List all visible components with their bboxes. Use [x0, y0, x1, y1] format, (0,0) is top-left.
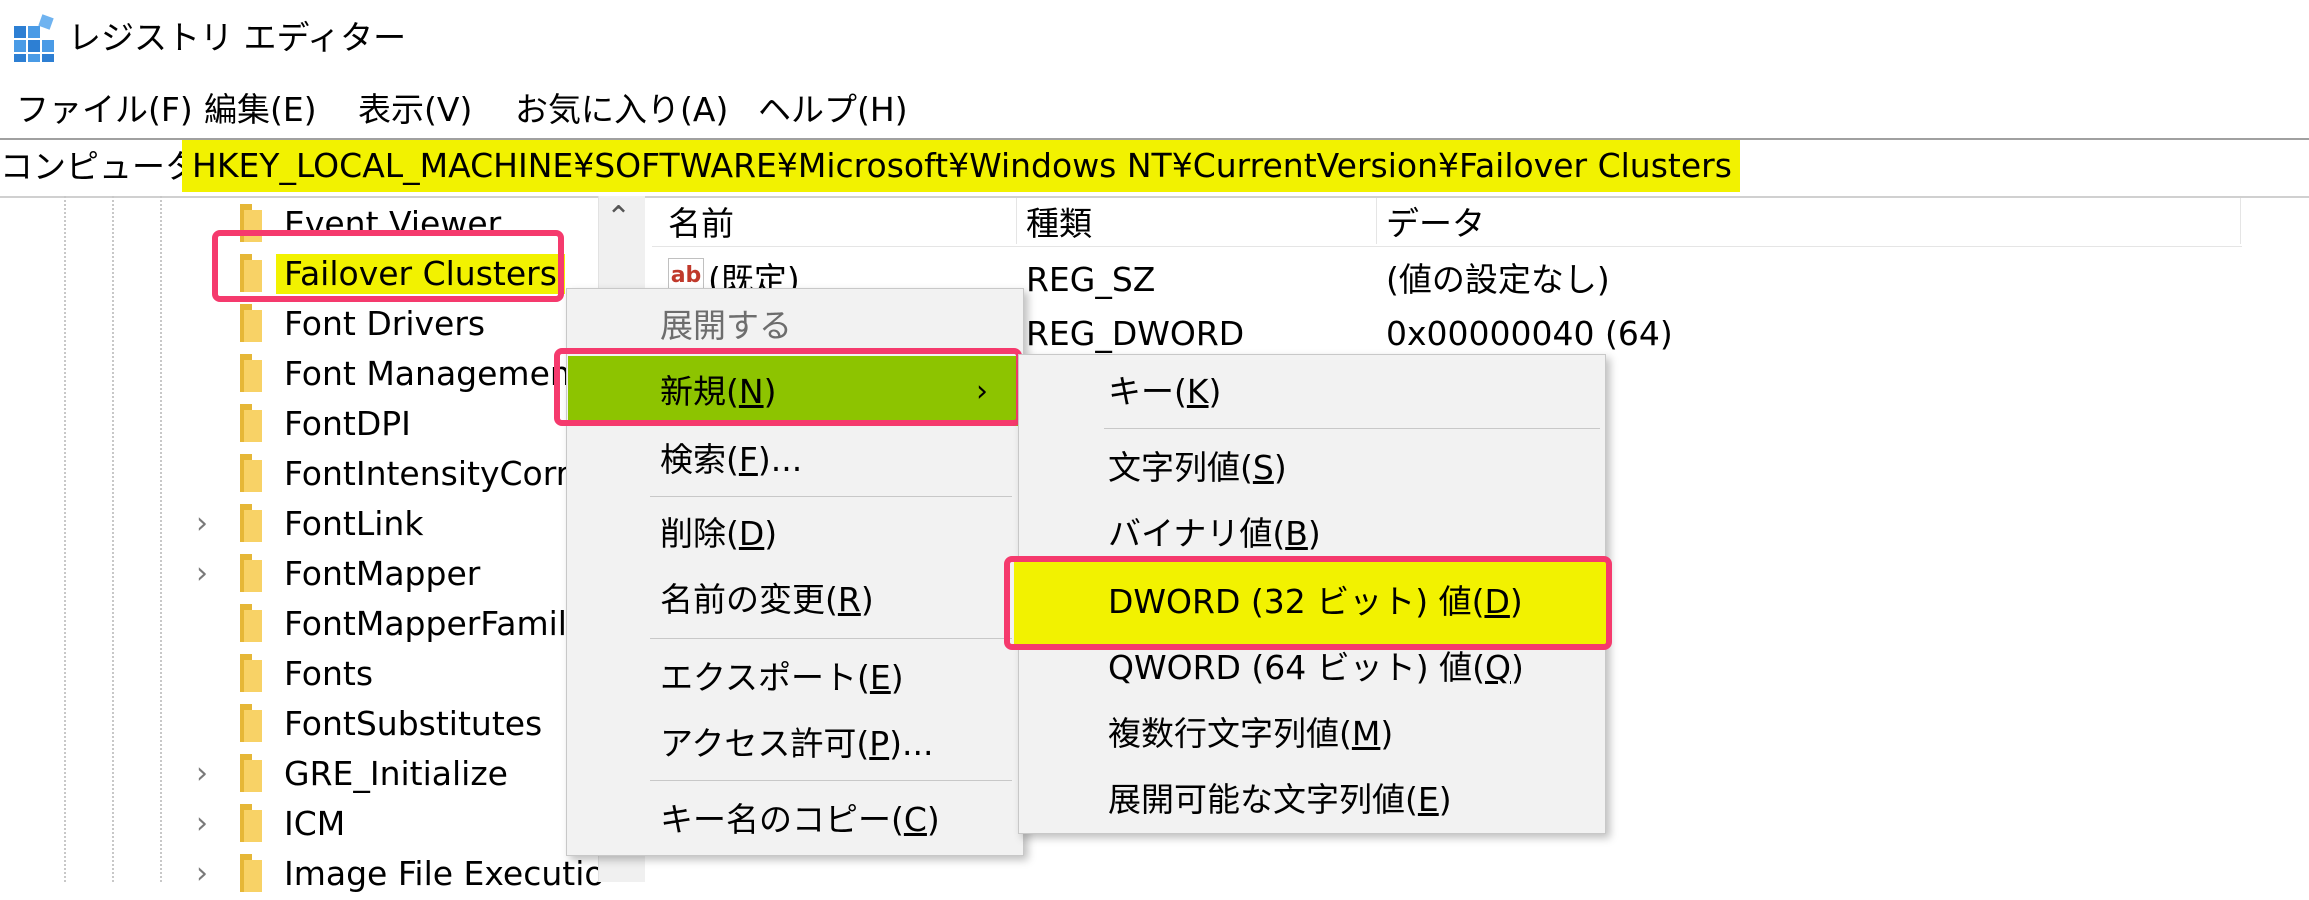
- expand-chevron-icon[interactable]: ›: [196, 804, 208, 844]
- list-cell-data: 0x00000040 (64): [1386, 314, 1673, 353]
- tree-item-label: FontSubstitutes: [284, 704, 543, 743]
- menu-edit[interactable]: 編集(E): [204, 90, 317, 130]
- menu-bar: [0, 80, 2309, 138]
- menu-item-copy-key-name[interactable]: キー名のコピー(C): [660, 800, 940, 840]
- folder-icon: [240, 304, 262, 342]
- menu-separator: [650, 638, 1012, 639]
- menu-file[interactable]: ファイル(F): [16, 90, 193, 130]
- column-header-type[interactable]: 種類: [1026, 204, 1092, 244]
- folder-icon: [240, 804, 262, 842]
- menu-help[interactable]: ヘルプ(H): [758, 90, 908, 130]
- submenu-item-string[interactable]: 文字列値(S): [1108, 448, 1287, 488]
- submenu-item-key[interactable]: キー(K): [1108, 372, 1221, 412]
- folder-icon: [240, 604, 262, 642]
- tree-item-label: Image File Executio: [284, 854, 605, 893]
- tree-item-fontlink[interactable]: › FontLink: [0, 500, 600, 550]
- annotation-frame: [212, 230, 564, 302]
- menu-item-rename[interactable]: 名前の変更(R): [660, 580, 874, 620]
- expand-chevron-icon[interactable]: ›: [196, 504, 208, 544]
- tree-item-fontintensitycorrection[interactable]: FontIntensityCorre: [0, 450, 600, 500]
- expand-chevron-icon[interactable]: ›: [196, 754, 208, 794]
- annotation-frame: [1004, 556, 1612, 650]
- list-cell-data: (値の設定なし): [1386, 260, 1610, 299]
- tree-item-label: FontMapper: [284, 554, 481, 593]
- menu-favorites[interactable]: お気に入り(A): [515, 90, 728, 130]
- submenu-item-binary[interactable]: バイナリ値(B): [1108, 514, 1321, 554]
- tree-item-label: FontMapperFamily: [284, 604, 587, 643]
- tree-item-label: FontIntensityCorre: [284, 454, 589, 493]
- submenu-item-expandable-string[interactable]: 展開可能な文字列値(E): [1108, 780, 1452, 820]
- tree-item-fonts[interactable]: Fonts: [0, 650, 600, 700]
- menu-item-find[interactable]: 検索(F)...: [660, 440, 802, 480]
- expand-chevron-icon[interactable]: ›: [196, 854, 208, 894]
- submenu-item-multi-string[interactable]: 複数行文字列値(M): [1108, 714, 1393, 754]
- tree-item-gre-initialize[interactable]: › GRE_Initialize: [0, 750, 600, 800]
- submenu-item-qword[interactable]: QWORD (64 ビット) 値(Q): [1108, 648, 1524, 688]
- folder-icon: [240, 354, 262, 392]
- menu-separator: [1104, 428, 1600, 429]
- scroll-up-arrow-icon[interactable]: ⌃: [606, 198, 631, 238]
- menu-item-expand[interactable]: 展開する: [660, 306, 792, 346]
- tree-item-label: FontLink: [284, 504, 424, 543]
- annotation-frame: [554, 348, 1022, 426]
- folder-icon: [240, 404, 262, 442]
- address-path[interactable]: HKEY_LOCAL_MACHINE¥SOFTWARE¥Microsoft¥Wi…: [182, 140, 1740, 192]
- tree-item-image-file-execution[interactable]: › Image File Executio: [0, 850, 605, 900]
- window-title: レジストリ エディター: [68, 18, 407, 57]
- folder-icon: [240, 504, 262, 542]
- folder-icon: [240, 654, 262, 692]
- menu-item-permissions[interactable]: アクセス許可(P)...: [660, 724, 933, 764]
- menu-separator: [650, 780, 1012, 781]
- menu-item-export[interactable]: エクスポート(E): [660, 658, 904, 698]
- menu-item-delete[interactable]: 削除(D): [660, 514, 777, 554]
- tree-item-font-management[interactable]: Font Managemen: [0, 350, 600, 400]
- tree-item-fontdpi[interactable]: FontDPI: [0, 400, 600, 450]
- tree-item-fontmapper[interactable]: › FontMapper: [0, 550, 600, 600]
- folder-icon: [240, 754, 262, 792]
- column-header-data[interactable]: データ: [1386, 204, 1485, 244]
- tree-item-label: FontDPI: [284, 404, 411, 443]
- folder-icon: [240, 454, 262, 492]
- tree-item-label: Font Drivers: [284, 304, 486, 343]
- list-cell-type: REG_DWORD: [1026, 314, 1245, 353]
- list-cell-type: REG_SZ: [1026, 260, 1156, 299]
- column-separator[interactable]: [2240, 198, 2241, 244]
- tree-item-fontmapperfamily[interactable]: FontMapperFamily: [0, 600, 600, 650]
- folder-icon: [240, 854, 262, 892]
- tree-item-icm[interactable]: › ICM: [0, 800, 600, 850]
- column-header-name[interactable]: 名前: [668, 204, 734, 244]
- menu-view[interactable]: 表示(V): [358, 90, 472, 130]
- folder-icon: [240, 554, 262, 592]
- tree-item-label: GRE_Initialize: [284, 754, 508, 793]
- column-separator[interactable]: [1016, 198, 1017, 244]
- column-separator[interactable]: [1376, 198, 1377, 244]
- tree-item-fontsubstitutes[interactable]: FontSubstitutes: [0, 700, 600, 750]
- tree-item-label: Font Managemen: [284, 354, 571, 393]
- registry-editor-icon: [14, 14, 54, 62]
- tree-item-font-drivers[interactable]: Font Drivers: [0, 300, 600, 350]
- expand-chevron-icon[interactable]: ›: [196, 554, 208, 594]
- menu-separator: [650, 496, 1012, 497]
- folder-icon: [240, 704, 262, 742]
- tree-item-label: Fonts: [284, 654, 374, 693]
- tree-item-label: ICM: [284, 804, 346, 843]
